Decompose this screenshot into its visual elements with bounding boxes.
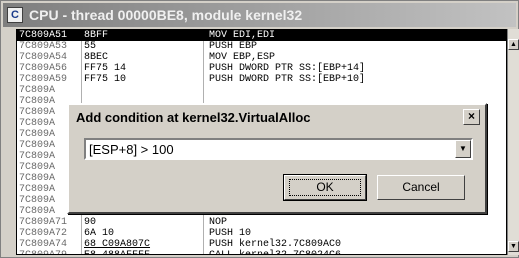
- row-instruction: PUSH 10: [209, 228, 252, 239]
- row-hex-bytes: 55: [84, 41, 97, 52]
- row-instruction: PUSH DWORD PTR SS:[EBP+10]: [209, 74, 366, 85]
- ok-button[interactable]: OK: [283, 174, 367, 201]
- disasm-row[interactable]: 7C809A74 68 C09A807C PUSH kernel32.7C809AC…: [17, 239, 506, 250]
- window-titlebar[interactable]: C CPU - thread 00000BE8, module kernel32: [3, 3, 516, 27]
- row-address: 7C809A72: [19, 228, 68, 239]
- row-address: 7C809A: [19, 107, 56, 118]
- add-condition-dialog: Add condition at kernel32.VirtualAlloc ×…: [67, 103, 487, 214]
- scroll-up-arrow-icon[interactable]: ▲: [508, 39, 519, 50]
- vertical-scrollbar[interactable]: ▲ ▼: [507, 29, 519, 255]
- row-instruction: NOP: [209, 217, 228, 228]
- row-address: 7C809A: [19, 118, 56, 129]
- cancel-button-label: Cancel: [402, 180, 440, 194]
- condition-input[interactable]: [ESP+8] > 100: [89, 142, 174, 157]
- row-address: 7C809A: [19, 129, 56, 140]
- disasm-row[interactable]: 7C809A53 55 PUSH EBP: [17, 41, 506, 52]
- row-address: 7C809A: [19, 96, 56, 107]
- row-address: 7C809A: [19, 184, 56, 195]
- row-hex-bytes: 90: [84, 217, 97, 228]
- row-address: 7C809A: [19, 195, 56, 206]
- row-address: 7C809A79: [19, 250, 67, 254]
- row-hex-bytes: 8BFF: [84, 30, 109, 41]
- condition-combobox[interactable]: [ESP+8] > 100 ▼: [84, 138, 473, 160]
- row-instruction: MOV EDI,EDI: [209, 30, 276, 41]
- row-hex-bytes: E8 488AFFFF: [84, 250, 150, 254]
- disasm-row[interactable]: 7C809A71 90 NOP: [17, 217, 506, 228]
- disasm-row[interactable]: 7C809A: [17, 85, 506, 96]
- row-hex-bytes: 8BEC: [84, 52, 109, 63]
- disasm-row[interactable]: 7C809A56 FF75 14 PUSH DWORD PTR SS:[EBP+14…: [17, 63, 506, 74]
- row-instruction: CALL kernel32.7C8024C6: [209, 250, 341, 254]
- row-hex-bytes: FF75 14: [84, 63, 127, 74]
- row-address: 7C809A54: [19, 52, 68, 63]
- row-address: 7C809A: [19, 140, 56, 151]
- cancel-button[interactable]: Cancel: [377, 175, 465, 200]
- scroll-down-arrow-icon[interactable]: ▼: [508, 241, 519, 252]
- row-hex-bytes: 68 C09A807C: [84, 239, 151, 250]
- row-address: 7C809A: [19, 206, 56, 217]
- row-instruction: PUSH kernel32.7C809AC0: [209, 239, 342, 250]
- dialog-title: Add condition at kernel32.VirtualAlloc: [76, 109, 311, 125]
- chevron-down-icon[interactable]: ▼: [455, 140, 471, 158]
- row-instruction: PUSH DWORD PTR SS:[EBP+14]: [209, 63, 366, 74]
- close-icon[interactable]: ×: [463, 109, 480, 125]
- focus-rectangle: [289, 179, 361, 196]
- row-address: 7C809A: [19, 162, 56, 173]
- dialog-titlebar[interactable]: Add condition at kernel32.VirtualAlloc ×: [70, 106, 484, 128]
- row-address: 7C809A: [19, 173, 56, 184]
- disasm-row[interactable]: 7C809A59 FF75 10 PUSH DWORD PTR SS:[EBP+10…: [17, 74, 506, 85]
- row-instruction: PUSH EBP: [209, 41, 258, 52]
- row-address: 7C809A56: [19, 63, 68, 74]
- row-address: 7C809A: [19, 151, 56, 162]
- row-address: 7C809A74: [19, 239, 68, 250]
- disasm-row[interactable]: 7C809A79 E8 488AFFFF CALL kernel32.7C8024C…: [17, 250, 506, 254]
- row-address: 7C809A71: [19, 217, 68, 228]
- row-address: 7C809A: [19, 85, 56, 96]
- row-instruction: MOV EBP,ESP: [209, 52, 276, 63]
- row-address: 7C809A53: [19, 41, 68, 52]
- row-address: 7C809A59: [19, 74, 68, 85]
- window-title: CPU - thread 00000BE8, module kernel32: [29, 7, 303, 23]
- cpu-app-icon: C: [7, 7, 23, 23]
- row-hex-bytes: FF75 10: [84, 74, 127, 85]
- disasm-row[interactable]: 7C809A51 8BFF MOV EDI,EDI: [17, 30, 506, 41]
- row-hex-bytes: 6A 10: [84, 228, 115, 239]
- disasm-row[interactable]: 7C809A54 8BEC MOV EBP,ESP: [17, 52, 506, 63]
- row-address: 7C809A51: [19, 30, 68, 41]
- disasm-row[interactable]: 7C809A72 6A 10 PUSH 10: [17, 228, 506, 239]
